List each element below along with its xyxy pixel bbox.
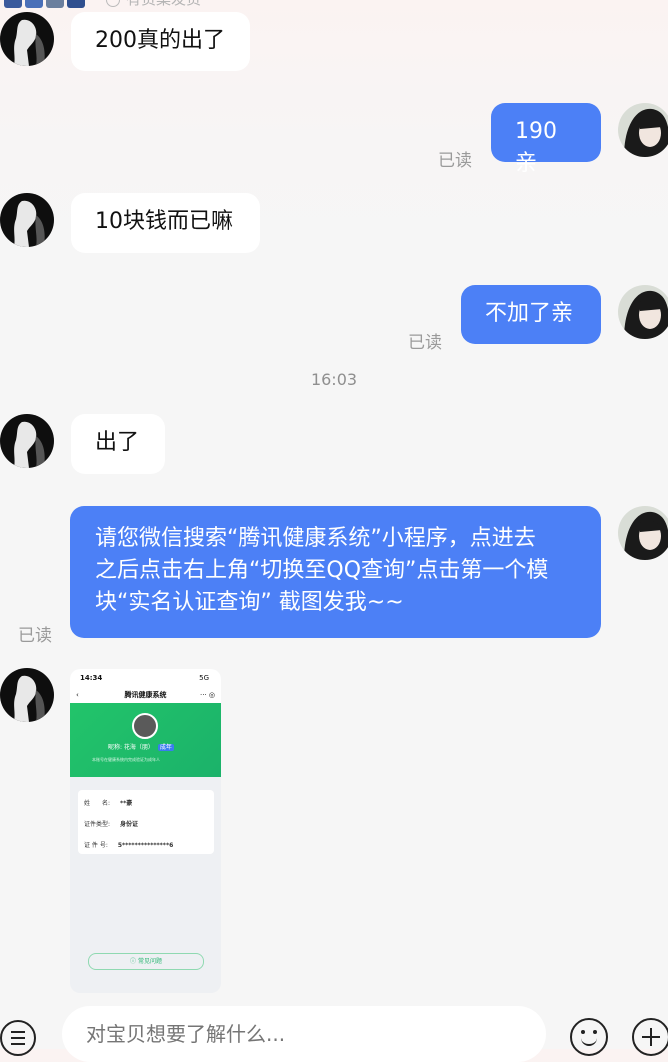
seller-avatar[interactable] — [0, 668, 54, 722]
profile-notice: 本账号在健康系统内完成验证为成年人 — [92, 757, 160, 762]
screenshot-title: 腾讯健康系统 — [124, 691, 167, 699]
menu-icon[interactable] — [0, 1020, 36, 1056]
message-text-line: 之后点击右上角“切换至QQ查询”点击第一个模 — [95, 558, 549, 583]
read-status: 已读 — [438, 151, 472, 171]
identity-card: 姓 名: **豪 证件类型: 身份证 证 件 号: 5***************6 — [78, 790, 214, 854]
identity-row: 证 件 号: 5***************6 — [84, 842, 174, 849]
screenshot-time: 14:34 — [80, 674, 103, 682]
identity-row: 姓 名: **豪 — [84, 800, 133, 807]
message-text: 出了 — [95, 430, 140, 455]
image-message[interactable]: 14:34 5G ‹ 腾讯健康系统 ··· ◎ 昵称: 花海（朋） 成年 本账号… — [70, 669, 221, 993]
message-bubble[interactable]: 请您微信搜索“腾讯健康系统”小程序，点进去 之后点击右上角“切换至QQ查询”点击… — [70, 506, 601, 638]
back-icon: ‹ — [76, 691, 79, 699]
screenshot-status-bar: 14:34 5G — [70, 669, 221, 687]
plus-icon[interactable] — [632, 1018, 668, 1056]
product-thumbnail[interactable] — [25, 0, 43, 8]
emoji-icon[interactable] — [570, 1018, 608, 1056]
message-bubble[interactable]: 190亲 — [491, 103, 601, 176]
message-bubble[interactable]: 10块钱而已嘛 — [71, 193, 260, 253]
input-bar — [0, 1000, 668, 1062]
message-text-line: 块“实名认证查询” 截图发我~~ — [95, 590, 404, 615]
profile-avatar — [132, 713, 158, 739]
identity-row: 证件类型: 身份证 — [84, 821, 139, 828]
message-text-line: 请您微信搜索“腾讯健康系统”小程序，点进去 — [95, 526, 536, 551]
product-thumbnail[interactable] — [46, 0, 64, 8]
seller-avatar[interactable] — [0, 193, 54, 247]
message-text: 190亲 — [515, 119, 557, 176]
product-thumbnail[interactable] — [67, 0, 85, 8]
chat-timestamp: 16:03 — [310, 370, 358, 389]
screenshot-signal: 5G — [199, 674, 209, 682]
user-avatar[interactable] — [618, 506, 668, 560]
header-subtitle: 有货集发货 — [106, 0, 201, 9]
message-text: 不加了亲 — [485, 301, 574, 326]
message-bubble[interactable]: 200真的出了 — [71, 12, 250, 71]
profile-banner: 昵称: 花海（朋） 成年 本账号在健康系统内完成验证为成年人 — [70, 703, 221, 777]
more-icon: ··· ◎ — [199, 691, 215, 699]
product-thumbnail[interactable] — [4, 0, 22, 8]
seller-avatar[interactable] — [0, 414, 54, 468]
read-status: 已读 — [408, 333, 442, 353]
read-status: 已读 — [18, 626, 52, 646]
screenshot-nav: ‹ 腾讯健康系统 ··· ◎ — [70, 687, 221, 703]
seller-avatar[interactable] — [0, 12, 54, 66]
profile-nickname: 昵称: 花海（朋） 成年 — [108, 744, 174, 751]
message-bubble[interactable]: 出了 — [71, 414, 165, 474]
user-avatar[interactable] — [618, 285, 668, 339]
message-bubble[interactable]: 不加了亲 — [461, 285, 601, 344]
clock-icon — [106, 0, 120, 7]
message-text: 200真的出了 — [95, 28, 225, 53]
faq-button: ⓘ 常见问题 — [88, 953, 204, 970]
message-text: 10块钱而已嘛 — [95, 209, 233, 234]
user-avatar[interactable] — [618, 103, 668, 157]
message-input[interactable] — [62, 1006, 546, 1062]
